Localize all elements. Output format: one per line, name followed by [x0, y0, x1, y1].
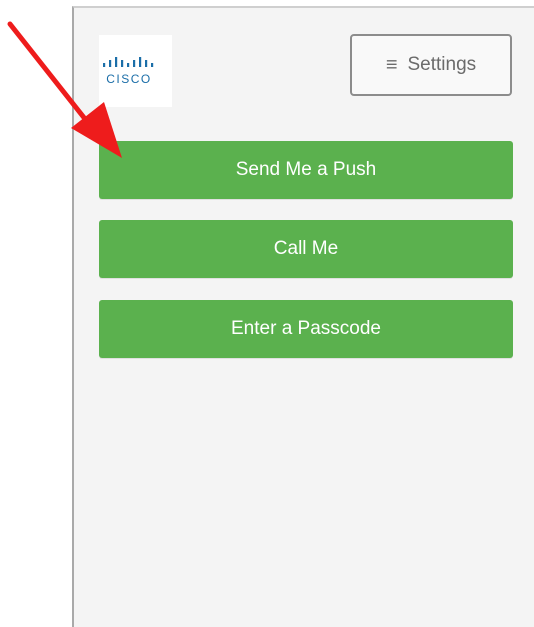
duo-prompt-screen: CISCO ≡ Settings Send Me a Push Call Me … [0, 0, 534, 627]
enter-passcode-label: Enter a Passcode [231, 318, 381, 339]
cisco-logo: CISCO [99, 35, 172, 107]
settings-label: Settings [407, 54, 477, 75]
send-push-button[interactable]: Send Me a Push [99, 141, 513, 199]
enter-passcode-button[interactable]: Enter a Passcode [99, 300, 513, 358]
settings-button[interactable]: ≡ Settings [350, 34, 512, 96]
send-push-label: Send Me a Push [235, 159, 377, 180]
logo-wordmark: CISCO [106, 72, 152, 86]
call-me-label: Call Me [273, 238, 339, 259]
hamburger-icon: ≡ [385, 54, 398, 76]
call-me-button[interactable]: Call Me [99, 220, 513, 278]
